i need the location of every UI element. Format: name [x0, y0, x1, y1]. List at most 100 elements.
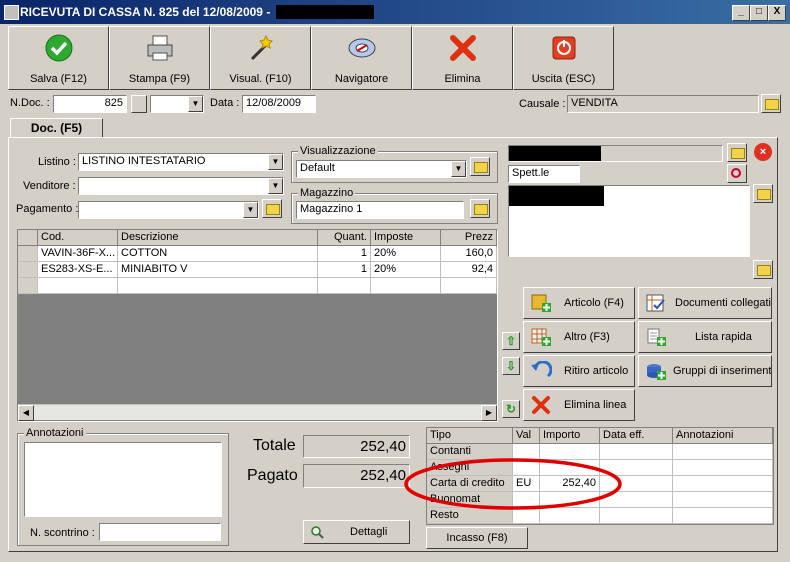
- elimina-button[interactable]: Elimina: [412, 26, 513, 90]
- move-up-icon[interactable]: ⇧: [502, 332, 520, 350]
- payment-tipo[interactable]: Assegni: [427, 460, 513, 476]
- payment-importo[interactable]: [540, 492, 600, 508]
- table-cell-imposte[interactable]: 20%: [371, 246, 441, 262]
- payments-header-importo[interactable]: Importo: [540, 428, 600, 444]
- close-button[interactable]: X: [768, 5, 786, 21]
- grid-header-prezzo[interactable]: Prezz: [441, 230, 497, 246]
- table-cell-prezzo[interactable]: 92,4: [441, 262, 497, 278]
- payment-tipo[interactable]: Contanti: [427, 444, 513, 460]
- payment-note[interactable]: [673, 492, 773, 508]
- payment-importo[interactable]: 252,40: [540, 476, 600, 492]
- table-cell-prezzo[interactable]: 160,0: [441, 246, 497, 262]
- customer-clear-icon[interactable]: ×: [754, 143, 772, 161]
- uscita-button[interactable]: Uscita (ESC): [513, 26, 614, 90]
- altro-button[interactable]: Altro (F3): [523, 321, 635, 353]
- payment-data[interactable]: [600, 476, 673, 492]
- payment-tipo[interactable]: Resto: [427, 508, 513, 524]
- salva-button[interactable]: Salva (F12): [8, 26, 109, 90]
- table-cell-cod[interactable]: VAVIN-36F-X...: [38, 246, 118, 262]
- chevron-down-icon[interactable]: ▼: [188, 96, 203, 112]
- table-cell-descrizione[interactable]: MINIABITO V: [118, 262, 318, 278]
- scroll-left-icon[interactable]: ◀: [18, 405, 34, 421]
- payment-data[interactable]: [600, 508, 673, 524]
- table-cell-imposte[interactable]: 20%: [371, 262, 441, 278]
- payment-note[interactable]: [673, 460, 773, 476]
- causale-field[interactable]: VENDITA: [567, 95, 759, 113]
- grid-row-indicator[interactable]: [18, 246, 38, 262]
- table-cell-new[interactable]: [441, 278, 497, 294]
- table-cell-quant[interactable]: 1: [318, 246, 371, 262]
- pagamento-combo[interactable]: ▼: [78, 201, 259, 219]
- payment-data[interactable]: [600, 460, 673, 476]
- payment-data[interactable]: [600, 444, 673, 460]
- elimina-linea-button[interactable]: Elimina linea: [523, 389, 635, 421]
- payment-val[interactable]: [513, 444, 540, 460]
- scroll-right-icon[interactable]: ▶: [481, 405, 497, 421]
- payment-importo[interactable]: [540, 444, 600, 460]
- payment-note[interactable]: [673, 508, 773, 524]
- grid-header-cod[interactable]: Cod.: [38, 230, 118, 246]
- visualizzazione-combo[interactable]: Default ▼: [296, 160, 467, 178]
- payments-header-tipo[interactable]: Tipo: [427, 428, 513, 444]
- documenti-collegati-button[interactable]: Documenti collegati: [638, 287, 772, 319]
- payment-importo[interactable]: [540, 508, 600, 524]
- grid-header-quant[interactable]: Quant.: [318, 230, 371, 246]
- incasso-button[interactable]: Incasso (F8): [426, 527, 528, 549]
- payment-tipo[interactable]: Buonomat: [427, 492, 513, 508]
- scontrino-field[interactable]: [99, 523, 221, 541]
- grid-row-indicator[interactable]: [18, 262, 38, 278]
- table-cell-new[interactable]: [318, 278, 371, 294]
- pagamento-folder-button[interactable]: [262, 199, 282, 218]
- data-field[interactable]: 12/08/2009: [242, 95, 316, 113]
- spett-field[interactable]: Spett.le: [508, 165, 580, 183]
- payment-val[interactable]: [513, 508, 540, 524]
- table-cell-new[interactable]: [371, 278, 441, 294]
- move-down-icon[interactable]: ⇩: [502, 357, 520, 375]
- grid-header-imposte[interactable]: Imposte: [371, 230, 441, 246]
- chevron-down-icon[interactable]: ▼: [268, 178, 283, 194]
- maximize-button[interactable]: □: [750, 5, 768, 21]
- lista-rapida-button[interactable]: Lista rapida: [638, 321, 772, 353]
- customer-search-button[interactable]: [727, 164, 747, 183]
- visual-button[interactable]: Visual. (F10): [210, 26, 311, 90]
- payment-tipo[interactable]: Carta di credito: [427, 476, 513, 492]
- dettagli-button[interactable]: Dettagli: [303, 520, 410, 544]
- table-cell-new[interactable]: [38, 278, 118, 294]
- magazzino-folder-button[interactable]: [470, 199, 490, 218]
- causale-folder-button[interactable]: [761, 94, 781, 113]
- venditore-combo[interactable]: ▼: [78, 177, 284, 195]
- ndoc-field[interactable]: 825: [53, 95, 127, 113]
- address-folder-button[interactable]: [753, 184, 773, 203]
- magazzino-field[interactable]: Magazzino 1: [296, 201, 464, 219]
- table-cell-cod[interactable]: ES283-XS-E...: [38, 262, 118, 278]
- payments-header-annotazioni[interactable]: Annotazioni: [673, 428, 773, 444]
- table-cell-new[interactable]: [118, 278, 318, 294]
- ndoc-extra-button[interactable]: [131, 95, 147, 113]
- grid-header-descrizione[interactable]: Descrizione: [118, 230, 318, 246]
- chevron-down-icon[interactable]: ▼: [243, 202, 258, 218]
- payment-importo[interactable]: [540, 460, 600, 476]
- navigatore-button[interactable]: Navigatore: [311, 26, 412, 90]
- customer-address-box[interactable]: [508, 185, 750, 257]
- stampa-button[interactable]: Stampa (F9): [109, 26, 210, 90]
- customer-code-field[interactable]: [508, 145, 723, 162]
- payment-val[interactable]: EU: [513, 476, 540, 492]
- table-cell-quant[interactable]: 1: [318, 262, 371, 278]
- ritiro-button[interactable]: Ritiro articolo: [523, 355, 635, 387]
- chevron-down-icon[interactable]: ▼: [451, 161, 466, 177]
- payment-data[interactable]: [600, 492, 673, 508]
- grid-row-indicator[interactable]: [18, 278, 38, 294]
- chevron-down-icon[interactable]: ▼: [268, 154, 283, 170]
- gruppi-inserimento-button[interactable]: Gruppi di inserimento: [638, 355, 772, 387]
- refresh-icon[interactable]: ↻: [502, 400, 520, 418]
- customer-folder-button[interactable]: [727, 143, 747, 162]
- listino-combo[interactable]: LISTINO INTESTATARIO ▼: [78, 153, 284, 171]
- payments-header-val[interactable]: Val: [513, 428, 540, 444]
- articolo-button[interactable]: Articolo (F4): [523, 287, 635, 319]
- payment-note[interactable]: [673, 444, 773, 460]
- address-extra-folder-button[interactable]: [753, 260, 773, 279]
- annotazioni-textarea[interactable]: [24, 442, 222, 517]
- payment-note[interactable]: [673, 476, 773, 492]
- payments-header-data-eff[interactable]: Data eff.: [600, 428, 673, 444]
- payment-val[interactable]: [513, 492, 540, 508]
